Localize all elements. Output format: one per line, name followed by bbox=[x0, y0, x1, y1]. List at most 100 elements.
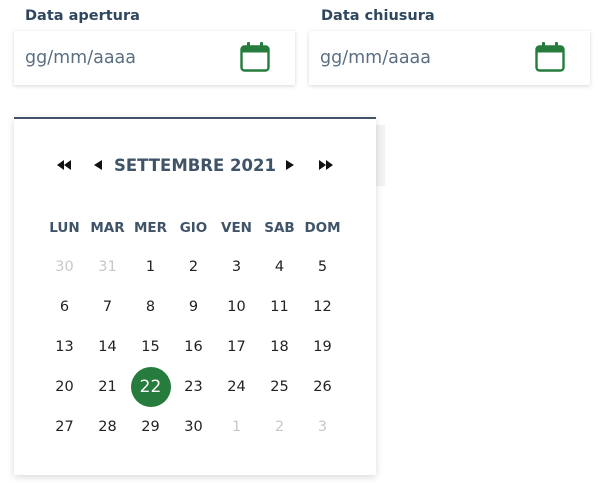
calendar-day-outside[interactable]: 31 bbox=[86, 247, 129, 287]
weekday-label: MER bbox=[133, 220, 168, 236]
weekday-label: LUN bbox=[49, 220, 80, 236]
calendar-day-number: 25 bbox=[270, 379, 289, 395]
datepicker-popup: SETTEMBRE 2021 LUN MAR MER GIO VEN SAB D… bbox=[14, 117, 376, 475]
calendar-day-number: 16 bbox=[184, 339, 203, 355]
calendar-day-number: 2 bbox=[274, 419, 285, 435]
chevron-right-icon bbox=[286, 160, 294, 170]
month-year-title: SETTEMBRE 2021 bbox=[114, 156, 276, 175]
next-month-button[interactable] bbox=[280, 160, 300, 172]
calendar-day-number: 30 bbox=[55, 259, 74, 275]
calendar-day-number: 2 bbox=[188, 259, 199, 275]
calendar-day[interactable]: 26 bbox=[301, 367, 344, 407]
calendar-day-number: 12 bbox=[313, 299, 332, 315]
calendar-day-outside[interactable]: 1 bbox=[215, 407, 258, 447]
weekday-header: LUN MAR MER GIO VEN SAB DOM bbox=[43, 220, 344, 236]
chevron-left-icon bbox=[94, 160, 102, 170]
calendar-day-number: 1 bbox=[231, 419, 242, 435]
calendar-day[interactable]: 11 bbox=[258, 287, 301, 327]
calendar-day-number: 17 bbox=[227, 339, 246, 355]
weekday-label: MAR bbox=[90, 220, 125, 236]
calendar-day[interactable]: 15 bbox=[129, 327, 172, 367]
weekday-label: VEN bbox=[221, 220, 252, 236]
calendar-day-number: 31 bbox=[98, 259, 117, 275]
calendar-day[interactable]: 18 bbox=[258, 327, 301, 367]
calendar-day-number: 1 bbox=[145, 259, 156, 275]
calendar-day-number: 21 bbox=[98, 379, 117, 395]
calendar-day-number: 26 bbox=[313, 379, 332, 395]
calendar-day[interactable]: 29 bbox=[129, 407, 172, 447]
open-date-input[interactable] bbox=[14, 31, 240, 85]
previous-year-button[interactable] bbox=[54, 160, 74, 172]
calendar-day[interactable]: 3 bbox=[215, 247, 258, 287]
calendar-day[interactable]: 1 bbox=[129, 247, 172, 287]
open-date-label: Data apertura bbox=[25, 8, 140, 24]
datepicker-nav: SETTEMBRE 2021 bbox=[14, 139, 376, 191]
weekday-label: SAB bbox=[264, 220, 295, 236]
calendar-day-number: 27 bbox=[55, 419, 74, 435]
previous-month-button[interactable] bbox=[88, 160, 108, 172]
calendar-day-number: 10 bbox=[227, 299, 246, 315]
weekday-label: DOM bbox=[304, 220, 341, 236]
calendar-day-number: 20 bbox=[55, 379, 74, 395]
close-date-label: Data chiusura bbox=[321, 8, 435, 24]
calendar-day-number: 7 bbox=[102, 299, 113, 315]
calendar-day[interactable]: 6 bbox=[43, 287, 86, 327]
calendar-day-number: 6 bbox=[59, 299, 70, 315]
calendar-day[interactable]: 17 bbox=[215, 327, 258, 367]
calendar-day-number: 18 bbox=[270, 339, 289, 355]
calendar-day-outside[interactable]: 2 bbox=[258, 407, 301, 447]
calendar-day-number: 24 bbox=[227, 379, 246, 395]
calendar-day[interactable]: 16 bbox=[172, 327, 215, 367]
calendar-day[interactable]: 14 bbox=[86, 327, 129, 367]
close-date-calendar-button[interactable] bbox=[534, 41, 566, 73]
calendar-day-outside[interactable]: 3 bbox=[301, 407, 344, 447]
popup-scroll-strip bbox=[376, 125, 385, 186]
calendar-day[interactable]: 28 bbox=[86, 407, 129, 447]
calendar-day[interactable]: 19 bbox=[301, 327, 344, 367]
calendar-day-number: 29 bbox=[141, 419, 160, 435]
calendar-day-number: 14 bbox=[98, 339, 117, 355]
open-date-calendar-button[interactable] bbox=[239, 41, 271, 73]
calendar-day-number: 3 bbox=[317, 419, 328, 435]
calendar-day[interactable]: 24 bbox=[215, 367, 258, 407]
calendar-day[interactable]: 4 bbox=[258, 247, 301, 287]
calendar-day[interactable]: 23 bbox=[172, 367, 215, 407]
calendar-day[interactable]: 2 bbox=[172, 247, 215, 287]
close-date-input[interactable] bbox=[309, 31, 535, 85]
calendar-day-number: 4 bbox=[274, 259, 285, 275]
weekday-label: GIO bbox=[179, 220, 208, 236]
calendar-day-number: 9 bbox=[188, 299, 199, 315]
calendar-day[interactable]: 9 bbox=[172, 287, 215, 327]
calendar-day[interactable]: 8 bbox=[129, 287, 172, 327]
double-chevron-left-icon bbox=[57, 160, 71, 170]
calendar-day-number: 15 bbox=[141, 339, 160, 355]
calendar-day[interactable]: 27 bbox=[43, 407, 86, 447]
calendar-day-outside[interactable]: 30 bbox=[43, 247, 86, 287]
double-chevron-right-icon bbox=[319, 160, 333, 170]
calendar-day-number: 28 bbox=[98, 419, 117, 435]
open-date-field bbox=[14, 31, 295, 85]
calendar-day[interactable]: 20 bbox=[43, 367, 86, 407]
calendar-icon bbox=[240, 42, 270, 72]
calendar-day[interactable]: 5 bbox=[301, 247, 344, 287]
calendar-day[interactable]: 25 bbox=[258, 367, 301, 407]
calendar-day-number: 8 bbox=[145, 299, 156, 315]
calendar-day-number: 19 bbox=[313, 339, 332, 355]
calendar-day[interactable]: 30 bbox=[172, 407, 215, 447]
calendar-day[interactable]: 13 bbox=[43, 327, 86, 367]
calendar-icon bbox=[535, 42, 565, 72]
calendar-day-number: 11 bbox=[270, 299, 289, 315]
calendar-day[interactable]: 10 bbox=[215, 287, 258, 327]
calendar-day-selected[interactable]: 22 bbox=[129, 367, 172, 407]
calendar-day-number: 23 bbox=[184, 379, 203, 395]
close-date-field bbox=[309, 31, 590, 85]
calendar-day-number: 22 bbox=[130, 367, 171, 407]
calendar-day-number: 3 bbox=[231, 259, 242, 275]
calendar-day[interactable]: 21 bbox=[86, 367, 129, 407]
calendar-day[interactable]: 12 bbox=[301, 287, 344, 327]
calendar-day-number: 30 bbox=[184, 419, 203, 435]
calendar-day[interactable]: 7 bbox=[86, 287, 129, 327]
calendar-day-number: 5 bbox=[317, 259, 328, 275]
calendar-day-number: 13 bbox=[55, 339, 74, 355]
next-year-button[interactable] bbox=[316, 160, 336, 172]
